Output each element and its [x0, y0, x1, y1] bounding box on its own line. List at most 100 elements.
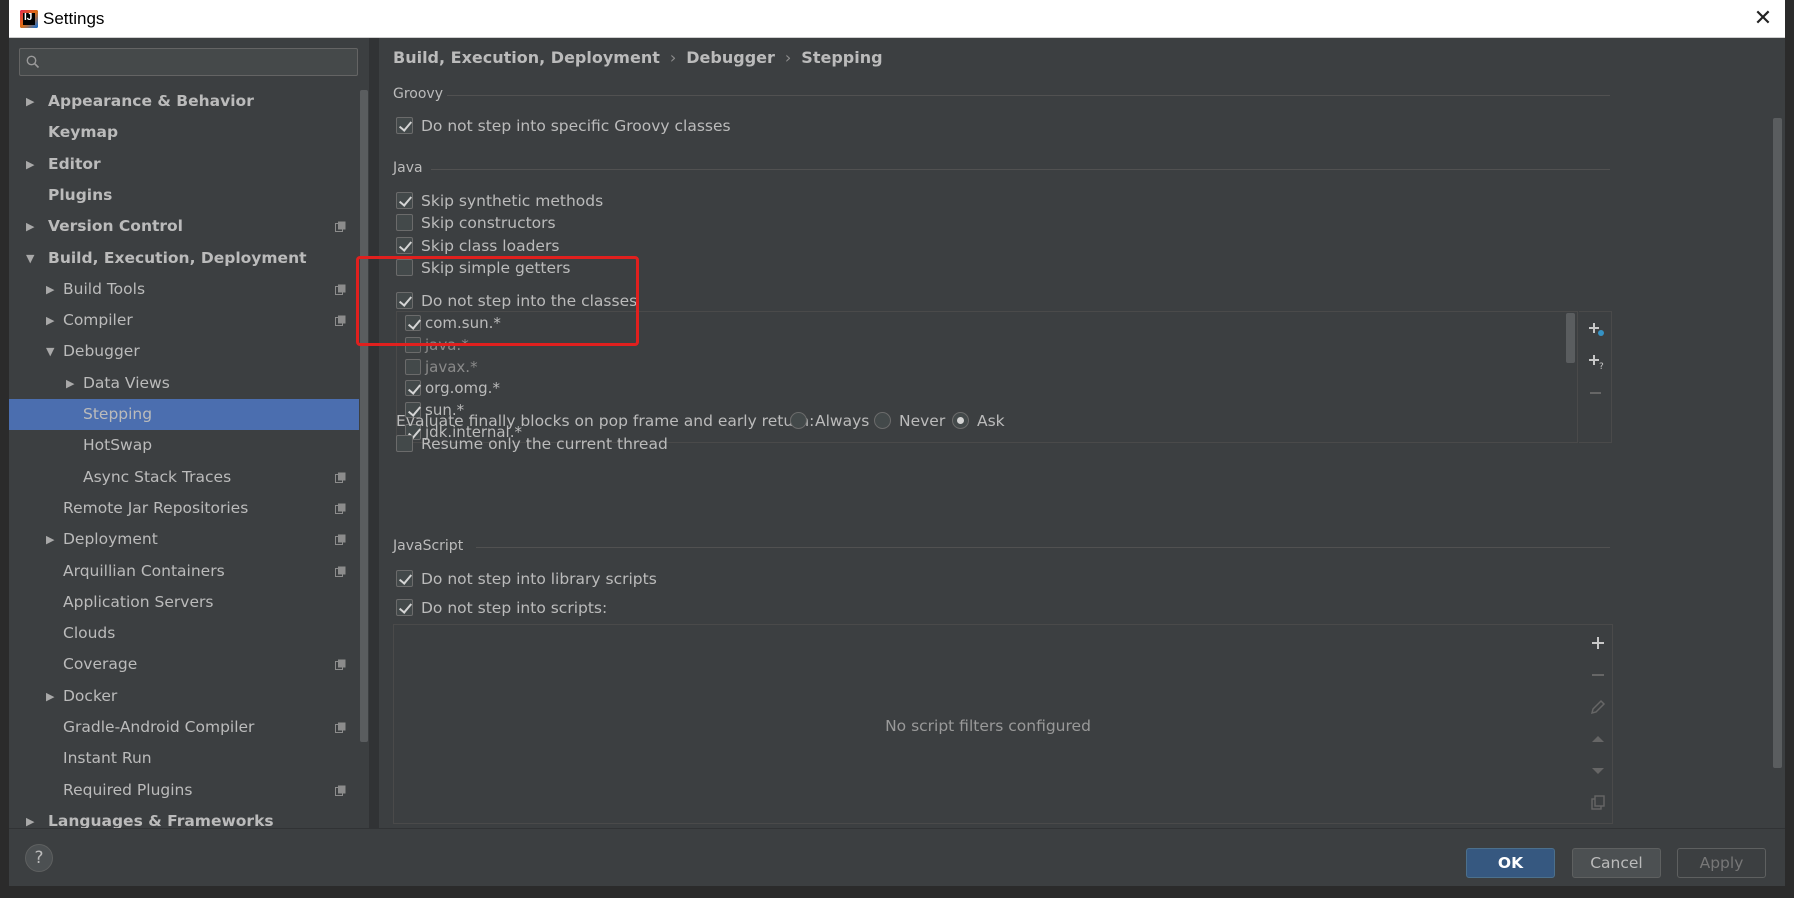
breadcrumb-separator: ›	[669, 48, 677, 67]
apply-button[interactable]: Apply	[1677, 848, 1766, 878]
sidebar-item[interactable]: ▼ Build, Execution, Deployment	[9, 243, 369, 274]
checkbox-box[interactable]	[405, 336, 421, 353]
sidebar-item-label: Data Views	[83, 373, 170, 392]
sidebar-item[interactable]: ▶ Data Views	[9, 368, 369, 399]
sidebar-item[interactable]: Gradle-Android Compiler	[9, 712, 369, 743]
checkbox-box[interactable]	[396, 192, 413, 209]
add-script-filter-icon[interactable]	[1589, 634, 1607, 652]
sidebar-item-label: Editor	[48, 154, 101, 173]
collapsed-arrow-icon[interactable]: ▶	[26, 86, 38, 117]
checkbox-label: Do not step into library scripts	[421, 570, 657, 588]
collapsed-arrow-icon[interactable]: ▶	[26, 211, 38, 242]
sidebar-item-label: Version Control	[48, 217, 183, 236]
cancel-button[interactable]: Cancel	[1572, 848, 1661, 878]
search-input[interactable]	[48, 52, 348, 72]
checkbox-label: Do not step into specific Groovy classes	[421, 117, 731, 135]
expanded-arrow-icon[interactable]: ▼	[46, 336, 58, 367]
move-down-icon[interactable]	[1589, 762, 1607, 780]
project-settings-icon	[335, 722, 346, 733]
sidebar-item[interactable]: Remote Jar Repositories	[9, 493, 369, 524]
expanded-arrow-icon[interactable]: ▼	[26, 243, 38, 274]
project-settings-icon	[335, 221, 346, 233]
add-pattern-filter-icon[interactable]: ?	[1587, 352, 1605, 370]
sidebar-item[interactable]: Keymap	[9, 117, 369, 148]
checkbox-box[interactable]	[396, 599, 413, 616]
checkbox-label: Skip class loaders	[421, 237, 560, 255]
sidebar-item[interactable]: Required Plugins	[9, 775, 369, 806]
radio-always-label[interactable]: Always	[815, 409, 869, 433]
sidebar-item-label: Application Servers	[63, 592, 214, 611]
checkbox-label: Skip constructors	[421, 214, 556, 232]
settings-scrollbar-thumb[interactable]	[1773, 118, 1782, 768]
help-button[interactable]: ?	[25, 844, 53, 872]
class-filters-toolbar: ?	[1579, 311, 1612, 443]
checkbox-box[interactable]	[396, 237, 413, 254]
project-settings-icon	[335, 785, 346, 796]
checkbox-box[interactable]	[396, 214, 413, 231]
checkbox-box[interactable]	[396, 292, 413, 309]
sidebar-item[interactable]: Clouds	[9, 618, 369, 649]
sidebar-item[interactable]: Instant Run	[9, 743, 369, 774]
edit-pencil-icon[interactable]	[1589, 698, 1607, 716]
class-filter-pattern: com.sun.*	[425, 314, 501, 332]
radio-ask-label[interactable]: Ask	[977, 409, 1005, 433]
collapsed-arrow-icon[interactable]: ▶	[66, 368, 78, 399]
collapsed-arrow-icon[interactable]: ▶	[46, 305, 58, 336]
checkbox-box[interactable]	[396, 435, 413, 452]
sidebar-item[interactable]: Stepping	[9, 399, 369, 430]
checkbox-box[interactable]	[405, 315, 421, 331]
sidebar-item[interactable]: ▶ Docker	[9, 681, 369, 712]
java-section-title: Java	[393, 160, 423, 176]
checkbox-box[interactable]	[396, 259, 413, 276]
sidebar-item[interactable]: Plugins	[9, 180, 369, 211]
collapsed-arrow-icon[interactable]: ▶	[26, 149, 38, 180]
background-app-strip-bottom	[0, 886, 1794, 898]
breadcrumb-item: Build, Execution, Deployment	[393, 48, 660, 67]
sidebar-item[interactable]: ▶ Appearance & Behavior	[9, 86, 369, 117]
sidebar-item[interactable]: Arquillian Containers	[9, 556, 369, 587]
checkbox-box[interactable]	[405, 358, 421, 375]
stepping-settings-panel: Build, Execution, Deployment › Debugger › St…	[356, 38, 1785, 828]
checkbox-box[interactable]	[405, 380, 421, 397]
radio-never[interactable]	[874, 412, 891, 429]
sidebar-scrollbar-thumb[interactable]	[360, 90, 368, 742]
sidebar-item[interactable]: Coverage	[9, 649, 369, 680]
sidebar-item[interactable]: ▶ Version Control	[9, 211, 369, 242]
collapsed-arrow-icon[interactable]: ▶	[46, 274, 58, 305]
checkbox-label: Skip simple getters	[421, 259, 571, 277]
ok-button[interactable]: OK	[1466, 848, 1555, 878]
sidebar-item-label: Build Tools	[63, 279, 146, 298]
sidebar-item[interactable]: Async Stack Traces	[9, 462, 369, 493]
breadcrumb: Build, Execution, Deployment › Debugger › St…	[393, 48, 883, 67]
panel-splitter[interactable]	[369, 38, 379, 828]
move-up-icon[interactable]	[1589, 730, 1607, 748]
checkbox-box[interactable]	[396, 117, 413, 134]
breadcrumb-item: Debugger	[686, 48, 775, 67]
collapsed-arrow-icon[interactable]: ▶	[46, 524, 58, 555]
sidebar-item[interactable]: ▼ Debugger	[9, 336, 369, 367]
sidebar-item[interactable]: ▶ Deployment	[9, 524, 369, 555]
close-button[interactable]: ✕	[1749, 6, 1777, 32]
remove-filter-icon[interactable]	[1587, 384, 1605, 402]
sidebar-item[interactable]: ▶ Editor	[9, 149, 369, 180]
add-class-filter-icon[interactable]	[1587, 320, 1605, 338]
settings-search[interactable]	[19, 48, 358, 76]
radio-never-label[interactable]: Never	[899, 409, 945, 433]
checkbox-box[interactable]	[396, 570, 413, 587]
project-settings-icon	[335, 315, 346, 327]
sidebar-item[interactable]: ▶ Compiler	[9, 305, 369, 336]
remove-script-filter-icon[interactable]	[1589, 666, 1607, 684]
project-settings-icon	[335, 534, 346, 546]
sidebar-item-label: Debugger	[63, 342, 140, 361]
checkbox-label: Do not step into the classes	[421, 292, 638, 310]
sidebar-item[interactable]: HotSwap	[9, 430, 369, 461]
radio-always[interactable]	[790, 412, 807, 429]
copy-icon[interactable]	[1589, 794, 1607, 812]
class-filter-pattern: org.omg.*	[425, 379, 500, 398]
script-filters-list[interactable]: No script filters configured	[393, 624, 1581, 824]
radio-ask[interactable]	[952, 412, 969, 429]
collapsed-arrow-icon[interactable]: ▶	[46, 681, 58, 712]
sidebar-item[interactable]: ▶ Build Tools	[9, 274, 369, 305]
class-list-scrollbar-thumb[interactable]	[1566, 313, 1575, 363]
sidebar-item[interactable]: Application Servers	[9, 587, 369, 618]
